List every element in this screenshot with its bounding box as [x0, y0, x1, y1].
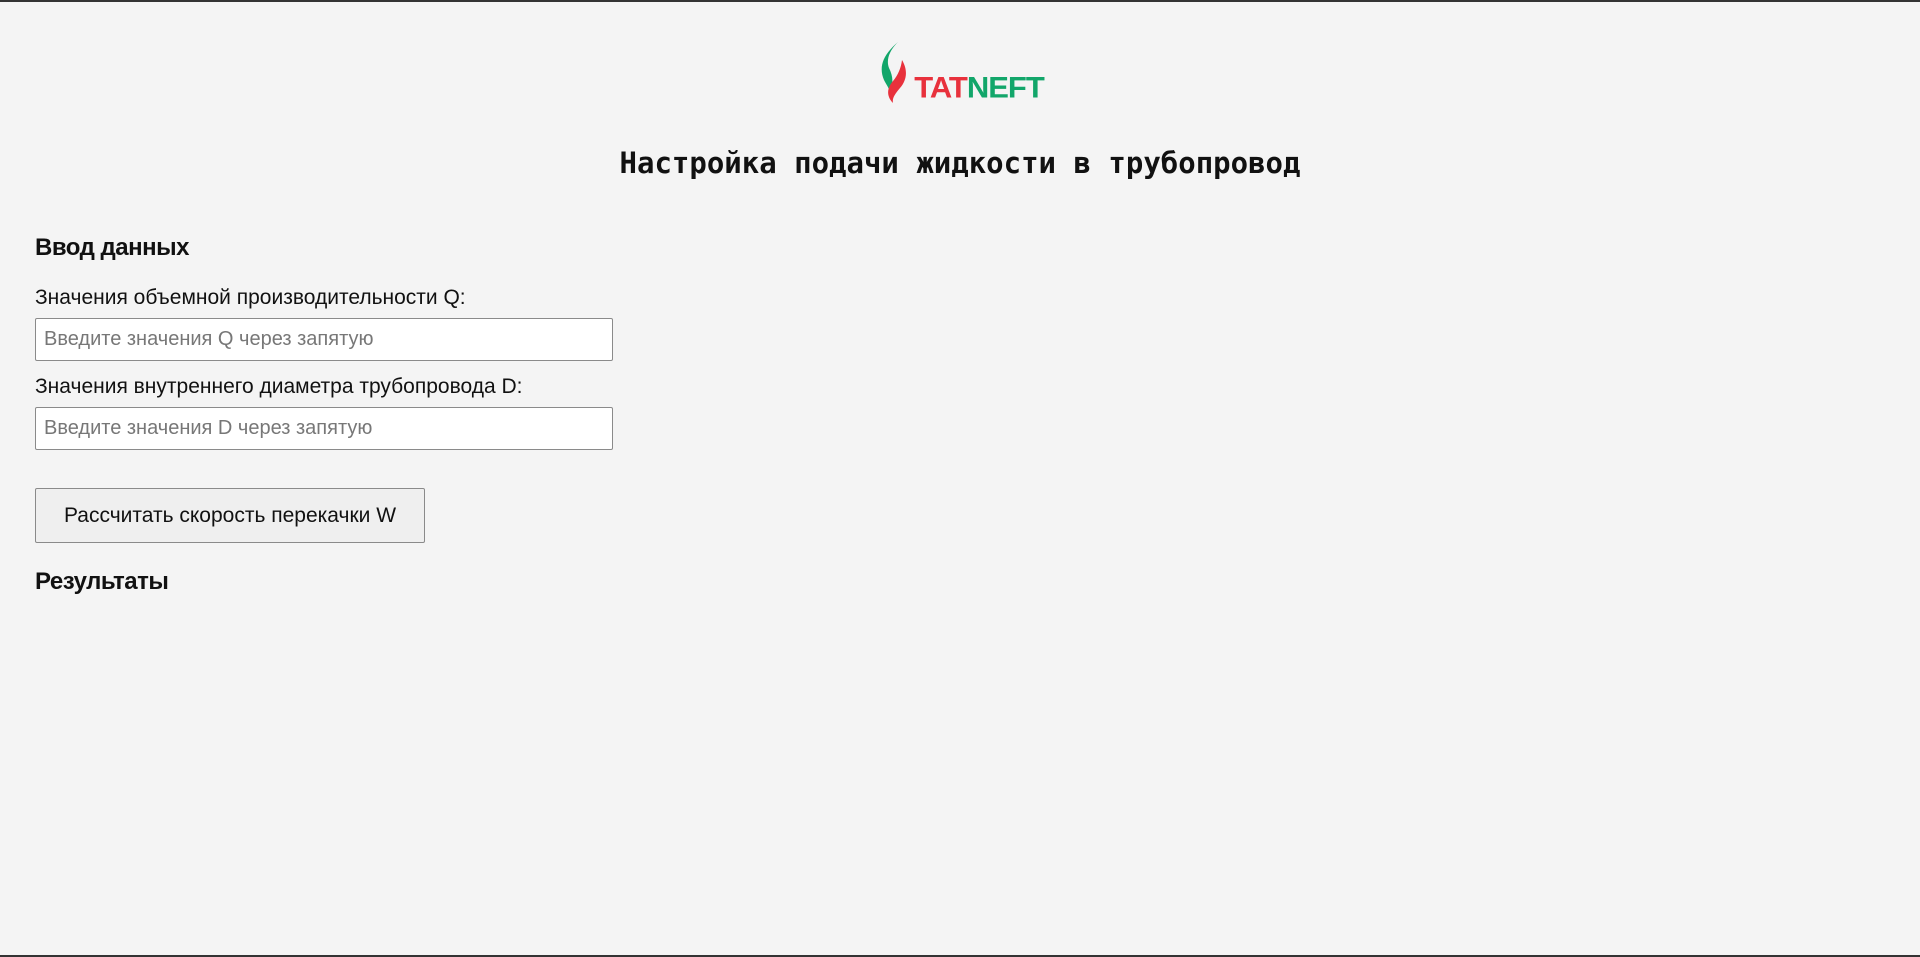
logo-wordmark: TATNEFT [914, 70, 1045, 105]
logo-text-green: NEFT [966, 70, 1045, 105]
page-title: Настройка подачи жидкости в трубопровод [619, 146, 1301, 180]
flame-logo-icon [876, 40, 910, 104]
calculate-speed-button[interactable]: Рассчитать скорость перекачки W [35, 488, 425, 543]
input-section-heading: Ввод данных [35, 234, 189, 261]
q-values-label: Значения объемной производительности Q: [35, 286, 466, 309]
results-heading: Результаты [35, 568, 169, 595]
d-values-input[interactable] [35, 407, 613, 450]
tatneft-logo: TATNEFT [876, 38, 1045, 105]
q-values-input[interactable] [35, 318, 613, 361]
header: TATNEFT [0, 38, 1920, 104]
logo-text-red: TAT [914, 70, 968, 105]
d-values-label: Значения внутреннего диаметра трубопрово… [35, 375, 523, 398]
